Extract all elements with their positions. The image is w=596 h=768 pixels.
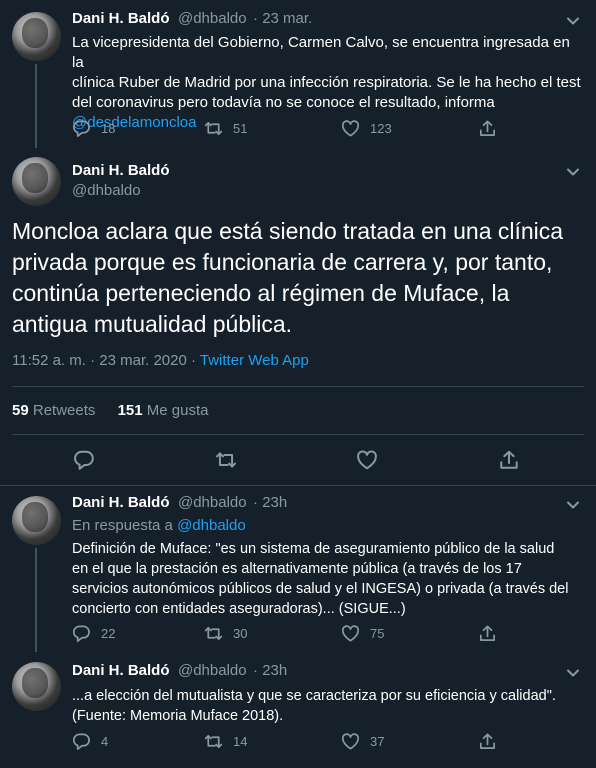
divider [12, 386, 584, 387]
likes-label: Me gusta [146, 402, 209, 419]
tweet-time[interactable]: · 23h [253, 662, 287, 679]
author-name[interactable]: Dani H. Baldó [72, 10, 170, 27]
retweet-icon [204, 626, 223, 641]
tweet-text-line: La vicepresidenta del Gobierno, Carmen C… [72, 34, 570, 71]
retweet-button[interactable]: 14 [204, 732, 247, 751]
thread-line [35, 548, 37, 652]
tweet-timestamp[interactable]: 11:52 a. m. · 23 mar. 2020 · [12, 352, 196, 369]
author-name[interactable]: Dani H. Baldó [72, 494, 170, 511]
reply-icon [72, 120, 90, 137]
like-count: 123 [370, 121, 392, 136]
tweet-source-link[interactable]: Twitter Web App [200, 352, 309, 369]
retweet-icon [204, 121, 223, 136]
author-handle[interactable]: @dhbaldo [178, 494, 247, 511]
likes-count: 151 [117, 402, 143, 419]
chevron-down-icon[interactable] [566, 14, 580, 28]
reply-icon [74, 450, 94, 470]
likes-stat[interactable]: 151 Me gusta [118, 402, 209, 419]
avatar[interactable] [12, 12, 61, 61]
main-tweet-text-line: antigua mutualidad pública. [12, 311, 293, 337]
mention-link[interactable]: @desdelamoncloa [72, 113, 582, 133]
engagement-stats: 59 Retweets 151 Me gusta [12, 402, 208, 419]
author-handle[interactable]: @dhbaldo [178, 662, 247, 679]
author-handle[interactable]: @dhbaldo [178, 10, 247, 27]
retweet-count: 14 [233, 734, 248, 749]
divider [12, 434, 584, 435]
tweet-text-line: Definición de Muface: "es un sistema de … [72, 541, 555, 557]
share-button[interactable] [478, 732, 497, 751]
like-button[interactable]: 123 [341, 119, 392, 138]
chevron-down-icon[interactable] [566, 666, 580, 680]
main-tweet-text: Moncloa aclara que está siendo tratada e… [12, 216, 582, 340]
tweet-text-line: clínica Ruber de Madrid por una infecció… [72, 74, 581, 91]
tweet-text-line: servicios autonómicos públicos de salud … [72, 581, 569, 597]
avatar[interactable] [12, 496, 61, 545]
reply-button[interactable] [73, 449, 95, 471]
tweet-text: Definición de Muface: "es un sistema de … [72, 539, 587, 619]
like-count: 37 [370, 734, 385, 749]
tweet-text: ...a elección del mutualista y que se ca… [72, 686, 587, 726]
reply-button[interactable]: 18 [72, 119, 115, 138]
reply-button[interactable]: 22 [72, 624, 115, 643]
retweet-count: 30 [233, 626, 248, 641]
avatar[interactable] [12, 662, 61, 711]
like-count: 75 [370, 626, 385, 641]
retweets-stat[interactable]: 59 Retweets [12, 402, 100, 419]
retweets-count: 59 [12, 402, 29, 419]
share-icon [479, 625, 496, 642]
tweet-text-line: concierto con entidades aseguradoras)...… [72, 601, 406, 617]
reply-count: 18 [101, 121, 116, 136]
retweet-button[interactable] [215, 449, 237, 471]
heart-icon [341, 733, 360, 750]
retweet-count: 51 [233, 121, 248, 136]
share-icon [479, 733, 496, 750]
author-name[interactable]: Dani H. Baldó [72, 662, 170, 679]
reply-count: 22 [101, 626, 116, 641]
tweet-text-line: ...a elección del mutualista y que se ca… [72, 688, 556, 704]
author-handle[interactable]: @dhbaldo [72, 182, 170, 199]
chevron-down-icon[interactable] [566, 498, 580, 512]
tweet-time[interactable]: · 23h [253, 494, 287, 511]
divider [0, 485, 596, 486]
share-button[interactable] [498, 449, 520, 471]
tweet-time[interactable]: · 23 mar. [253, 10, 312, 27]
main-tweet-text-line: Moncloa aclara que está siendo tratada e… [12, 218, 564, 244]
tweet-text-line: (Fuente: Memoria Muface 2018). [72, 708, 284, 724]
avatar[interactable] [12, 157, 61, 206]
heart-icon [357, 450, 377, 470]
author-name[interactable]: Dani H. Baldó [72, 162, 170, 179]
share-icon [500, 450, 518, 469]
share-icon [479, 120, 496, 137]
retweet-button[interactable]: 51 [204, 119, 247, 138]
retweet-icon [204, 734, 223, 749]
like-button[interactable]: 75 [341, 624, 384, 643]
retweet-icon [215, 452, 237, 468]
heart-icon [341, 625, 360, 642]
thread-line [35, 64, 37, 148]
tweet-text-line: en el que la prestación es alternativame… [72, 561, 522, 577]
reply-count: 4 [101, 734, 109, 749]
main-tweet-text-line: privada porque es funcionaria de carrera… [12, 249, 553, 275]
main-tweet-text-line: continúa perteneciendo al régimen de Muf… [12, 280, 510, 306]
reply-icon [72, 625, 90, 642]
like-button[interactable] [356, 449, 378, 471]
like-button[interactable]: 37 [341, 732, 384, 751]
reply-to-handle[interactable]: @dhbaldo [177, 517, 246, 534]
heart-icon [341, 120, 360, 137]
retweet-button[interactable]: 30 [204, 624, 247, 643]
reply-to-label: En respuesta a [72, 517, 173, 534]
reply-icon [72, 733, 90, 750]
tweet-text-line: del coronavirus pero todavía no se conoc… [72, 94, 495, 111]
chevron-down-icon[interactable] [566, 165, 580, 179]
share-button[interactable] [478, 624, 497, 643]
share-button[interactable] [478, 119, 497, 138]
tweet-text: La vicepresidenta del Gobierno, Carmen C… [72, 33, 582, 133]
retweets-label: Retweets [32, 402, 96, 419]
reply-button[interactable]: 4 [72, 732, 108, 751]
